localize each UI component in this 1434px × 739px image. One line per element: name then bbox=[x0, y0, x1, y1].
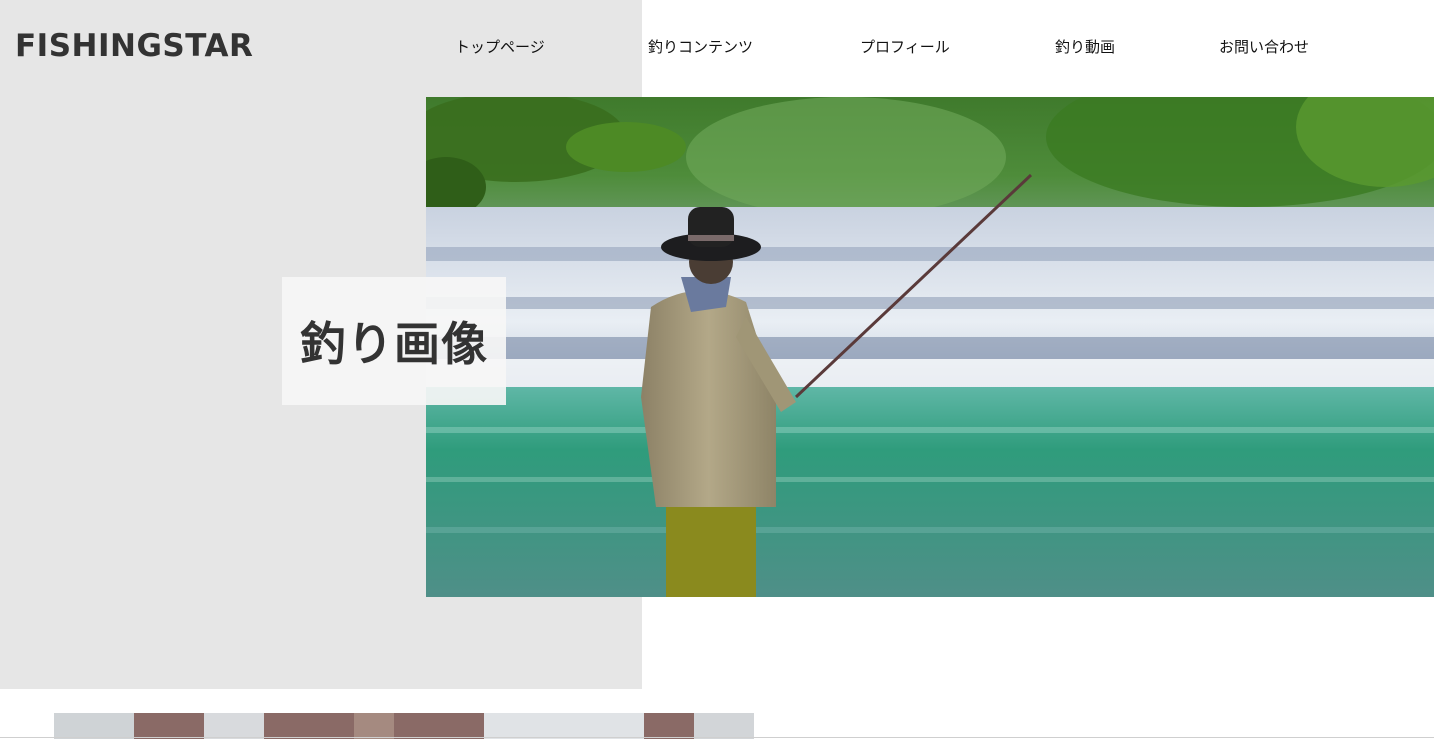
nav-item-top[interactable]: トップページ bbox=[455, 36, 545, 57]
hero-caption-box: 釣り画像 bbox=[282, 277, 506, 405]
secondary-image bbox=[54, 713, 754, 739]
page: FISHINGSTAR トップページ 釣りコンテンツ プロフィール 釣り動画 お… bbox=[0, 0, 1434, 739]
nav-item-contents[interactable]: 釣りコンテンツ bbox=[648, 36, 753, 57]
nav-item-contact[interactable]: お問い合わせ bbox=[1219, 36, 1309, 57]
nav-item-profile[interactable]: プロフィール bbox=[860, 36, 950, 57]
site-logo[interactable]: FISHINGSTAR bbox=[15, 28, 253, 64]
divider bbox=[0, 737, 1434, 738]
nav-item-videos[interactable]: 釣り動画 bbox=[1055, 36, 1115, 57]
rocky-stream-photo bbox=[54, 713, 754, 739]
hero-caption: 釣り画像 bbox=[300, 317, 488, 371]
fishing-photo bbox=[426, 97, 1434, 597]
hero-image bbox=[426, 97, 1434, 597]
